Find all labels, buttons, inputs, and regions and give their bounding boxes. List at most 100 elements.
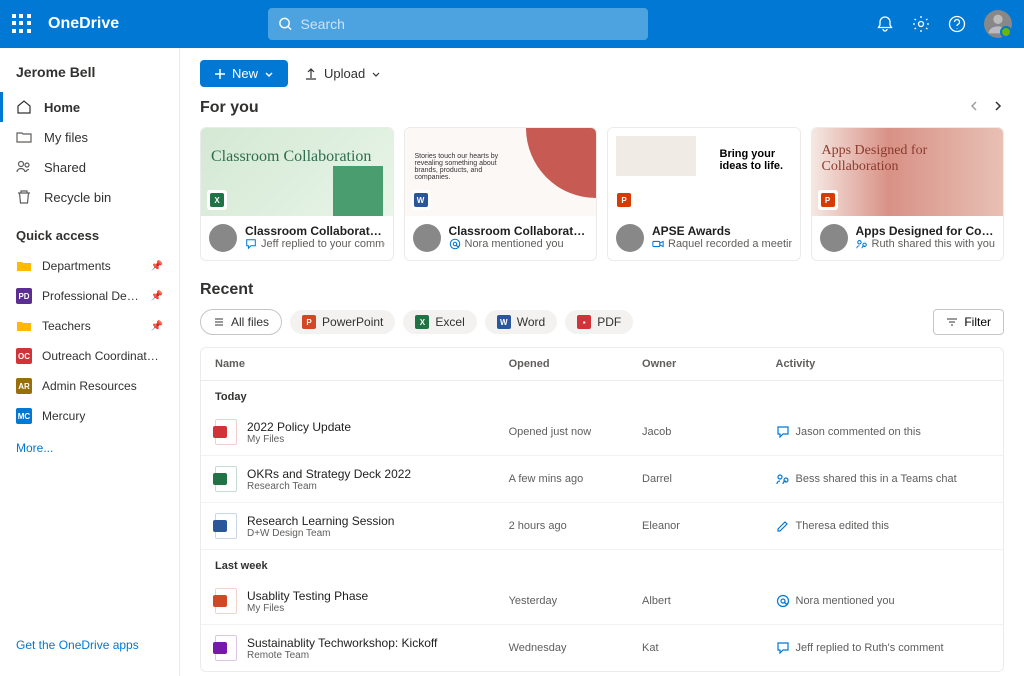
app-badge-icon: X (207, 190, 227, 210)
nav-shared[interactable]: Shared (0, 152, 179, 182)
file-location: My Files (247, 434, 351, 445)
for-you-card[interactable]: P Apps Designed for Collab... Ruth share… (811, 127, 1005, 261)
person-avatar (209, 224, 237, 252)
upload-button[interactable]: Upload (304, 66, 381, 81)
nav-label: My files (44, 130, 88, 145)
notifications-icon[interactable] (876, 15, 894, 33)
file-opened: Opened just now (509, 426, 642, 438)
filter-button[interactable]: Filter (933, 309, 1004, 335)
quick-access-item[interactable]: PDProfessional Develop...📌 (0, 281, 179, 311)
qa-label: Departments (42, 259, 141, 273)
card-title: Classroom Collaboration (245, 224, 385, 238)
col-owner[interactable]: Owner (642, 358, 775, 370)
quick-access-item[interactable]: Teachers📌 (0, 311, 179, 341)
nav-home[interactable]: Home (0, 92, 179, 122)
file-location: Research Team (247, 481, 411, 492)
file-owner: Albert (642, 595, 775, 607)
col-name[interactable]: Name (215, 358, 509, 370)
sidebar: Jerome Bell Home My files Shared Recycle… (0, 48, 180, 676)
file-owner: Darrel (642, 473, 775, 485)
app-badge-icon: P (818, 190, 838, 210)
quick-access-item[interactable]: MCMercury (0, 401, 179, 431)
app-header: OneDrive (0, 0, 1024, 48)
card-thumbnail: P (608, 128, 800, 216)
card-activity: Jeff replied to your comment (245, 238, 385, 250)
card-thumbnail: W (405, 128, 597, 216)
card-activity: Raquel recorded a meeting (652, 238, 792, 250)
file-type-icon (215, 635, 237, 661)
for-you-card[interactable]: W Classroom Collaboration Nora mentioned… (404, 127, 598, 261)
qa-label: Admin Resources (42, 379, 163, 393)
nav-my-files[interactable]: My files (0, 122, 179, 152)
user-name: Jerome Bell (0, 60, 179, 92)
for-you-title: For you (200, 99, 968, 117)
file-location: Remote Team (247, 650, 437, 661)
person-avatar (413, 224, 441, 252)
file-type-icon (215, 419, 237, 445)
col-activity[interactable]: Activity (776, 358, 990, 370)
table-row[interactable]: 2022 Policy Update My Files Opened just … (201, 409, 1003, 456)
file-opened: 2 hours ago (509, 520, 642, 532)
table-row[interactable]: Usablity Testing Phase My Files Yesterda… (201, 578, 1003, 625)
table-row[interactable]: Research Learning Session D+W Design Tea… (201, 503, 1003, 550)
file-location: My Files (247, 603, 368, 614)
quick-access-item[interactable]: AR Admin Resources (0, 371, 179, 401)
get-apps-link[interactable]: Get the OneDrive apps (0, 626, 179, 664)
user-avatar[interactable] (984, 10, 1012, 38)
app-icon: X (415, 315, 429, 329)
app-icon: W (497, 315, 511, 329)
trash-icon (16, 189, 32, 205)
file-title: Sustainablity Techworkshop: Kickoff (247, 636, 437, 650)
app-launcher-icon[interactable] (12, 14, 32, 34)
for-you-card[interactable]: P APSE Awards Raquel recorded a meeting (607, 127, 801, 261)
carousel-prev[interactable] (968, 99, 980, 117)
nav-label: Shared (44, 160, 86, 175)
person-avatar (616, 224, 644, 252)
for-you-card[interactable]: X Classroom Collaboration Jeff replied t… (200, 127, 394, 261)
settings-icon[interactable] (912, 15, 930, 33)
pin-icon: 📌 (151, 261, 163, 272)
card-thumbnail: X (201, 128, 393, 216)
col-opened[interactable]: Opened (509, 358, 642, 370)
file-activity: Jason commented on this (776, 425, 990, 439)
app-badge-icon: W (411, 190, 431, 210)
file-activity: Bess shared this in a Teams chat (776, 472, 990, 486)
site-icon: OC (16, 348, 32, 364)
filter-pill[interactable]: WWord (485, 310, 557, 334)
quick-access-item[interactable]: OCOutreach Coordinators (0, 341, 179, 371)
filter-pill[interactable]: PPowerPoint (290, 310, 395, 334)
person-avatar (820, 224, 848, 252)
site-icon: PD (16, 288, 32, 304)
file-title: OKRs and Strategy Deck 2022 (247, 467, 411, 481)
table-row[interactable]: Sustainablity Techworkshop: Kickoff Remo… (201, 625, 1003, 671)
filter-pill[interactable]: ▪PDF (565, 310, 633, 334)
filter-pill[interactable]: XExcel (403, 310, 476, 334)
pin-icon: 📌 (151, 291, 163, 302)
site-icon: AR (16, 378, 32, 394)
quick-access-title: Quick access (0, 212, 179, 251)
search-input[interactable] (301, 16, 638, 32)
plus-icon (214, 68, 226, 80)
filter-pill[interactable]: All files (200, 309, 282, 335)
file-activity: Jeff replied to Ruth's comment (776, 641, 990, 655)
more-link[interactable]: More... (0, 431, 179, 465)
nav-recycle-bin[interactable]: Recycle bin (0, 182, 179, 212)
file-type-icon (215, 588, 237, 614)
carousel-next[interactable] (992, 99, 1004, 117)
file-location: D+W Design Team (247, 528, 394, 539)
quick-access-item[interactable]: Departments 📌 (0, 251, 179, 281)
qa-label: Teachers (42, 319, 141, 333)
file-opened: Yesterday (509, 595, 642, 607)
table-row[interactable]: OKRs and Strategy Deck 2022 Research Tea… (201, 456, 1003, 503)
search-box[interactable] (268, 8, 648, 40)
site-icon: MC (16, 408, 32, 424)
file-owner: Jacob (642, 426, 775, 438)
people-icon (16, 159, 32, 175)
file-owner: Eleanor (642, 520, 775, 532)
help-icon[interactable] (948, 15, 966, 33)
file-type-icon (215, 466, 237, 492)
filter-icon (946, 316, 958, 328)
app-badge-icon: P (614, 190, 634, 210)
file-activity: Theresa edited this (776, 519, 990, 533)
new-button[interactable]: New (200, 60, 288, 87)
